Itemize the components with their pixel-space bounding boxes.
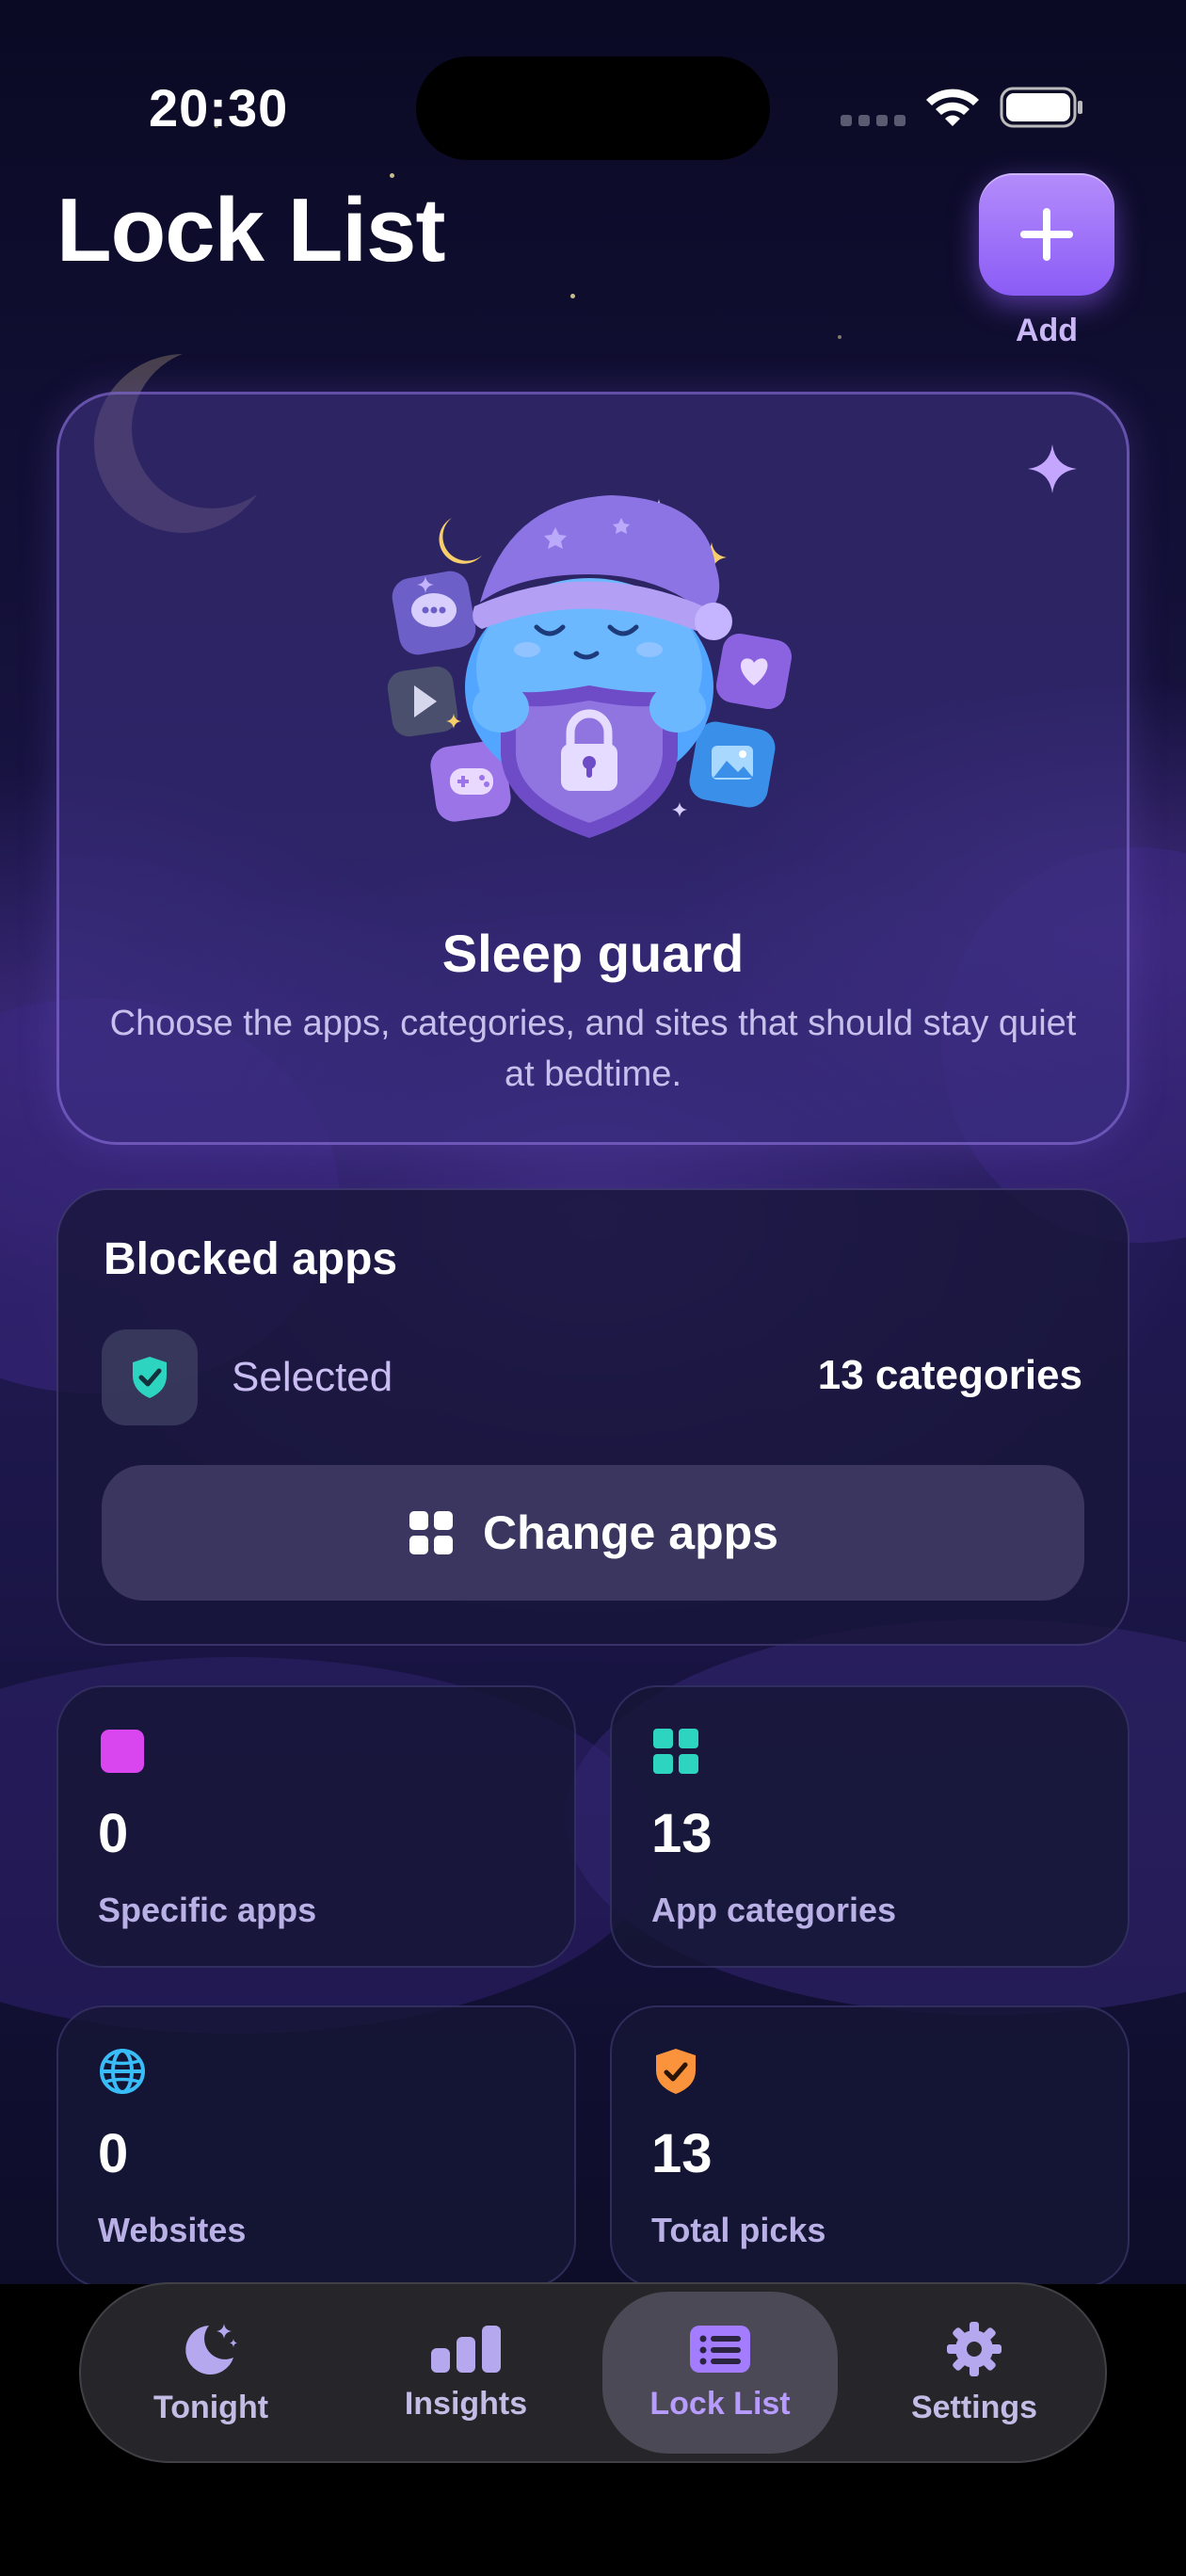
selected-count: 13 categories — [817, 1352, 1082, 1398]
hero-title: Sleep guard — [441, 924, 745, 983]
globe-icon — [100, 2049, 145, 2094]
battery-icon — [1000, 87, 1082, 128]
grid-icon — [409, 1511, 454, 1554]
stat-card-app-categories: 13 App categories — [610, 1685, 1130, 1968]
sleeping-mascot-illustration — [387, 495, 793, 838]
page-title: Lock List — [56, 180, 445, 281]
wifi-icon — [926, 89, 979, 126]
star-decoration — [390, 173, 394, 178]
tab-label: Settings — [910, 2389, 1038, 2425]
stat-label: Total picks — [651, 2211, 826, 2249]
stat-card-specific-apps: 0 Specific apps — [56, 1685, 576, 1968]
app-square-icon — [101, 1730, 144, 1773]
check-shield-icon — [133, 1357, 167, 1398]
screen: 20:30 Lock List Add Sleep guard Choose t… — [0, 0, 1186, 2576]
tab-label: Insights — [404, 2385, 528, 2422]
heart-app-tile — [715, 633, 793, 710]
star-decoration — [570, 294, 575, 298]
stat-value: 0 — [98, 1803, 129, 1864]
change-apps-button[interactable]: Change apps — [102, 1465, 1084, 1601]
stat-value: 0 — [98, 2123, 129, 2184]
change-apps-label: Change apps — [483, 1506, 778, 1559]
blocked-apps-title: Blocked apps — [104, 1234, 398, 1284]
selected-badge — [102, 1329, 198, 1425]
bar-chart-icon — [431, 2325, 501, 2373]
tab-label: Lock List — [649, 2385, 791, 2422]
play-app-tile — [387, 666, 458, 737]
tab-lock-list[interactable]: Lock List — [602, 2292, 838, 2454]
add-button[interactable] — [979, 173, 1114, 296]
gear-icon — [947, 2321, 1002, 2376]
stat-label: Websites — [98, 2211, 247, 2249]
tab-settings[interactable]: Settings — [857, 2292, 1092, 2454]
add-button-label: Add — [1015, 313, 1079, 348]
stat-label: App categories — [651, 1891, 897, 1929]
tab-insights[interactable]: Insights — [348, 2292, 584, 2454]
stat-value: 13 — [651, 1803, 713, 1864]
hero-subtitle: Choose the apps, categories, and sites t… — [109, 1004, 1077, 1094]
plus-icon — [1020, 208, 1073, 261]
status-time: 20:30 — [149, 78, 289, 137]
stat-value: 13 — [651, 2123, 713, 2184]
list-icon — [690, 2325, 750, 2373]
tab-tonight[interactable]: Tonight — [93, 2292, 329, 2454]
star-decoration — [838, 335, 841, 339]
crescent-moon — [439, 518, 482, 564]
stat-label: Specific apps — [98, 1891, 317, 1929]
cellular-signal-icon — [841, 115, 906, 126]
tab-label: Tonight — [152, 2389, 269, 2425]
grid-icon — [653, 1729, 698, 1774]
stat-card-total-picks: 13 Total picks — [610, 2005, 1130, 2288]
dynamic-island — [416, 56, 770, 160]
moon-stars-icon — [185, 2323, 237, 2375]
check-shield-icon — [656, 2049, 696, 2094]
selected-label: Selected — [232, 1354, 393, 1400]
chat-app-tile — [392, 571, 476, 655]
stat-card-websites: 0 Websites — [56, 2005, 576, 2288]
sparkle-icon — [1028, 444, 1077, 493]
